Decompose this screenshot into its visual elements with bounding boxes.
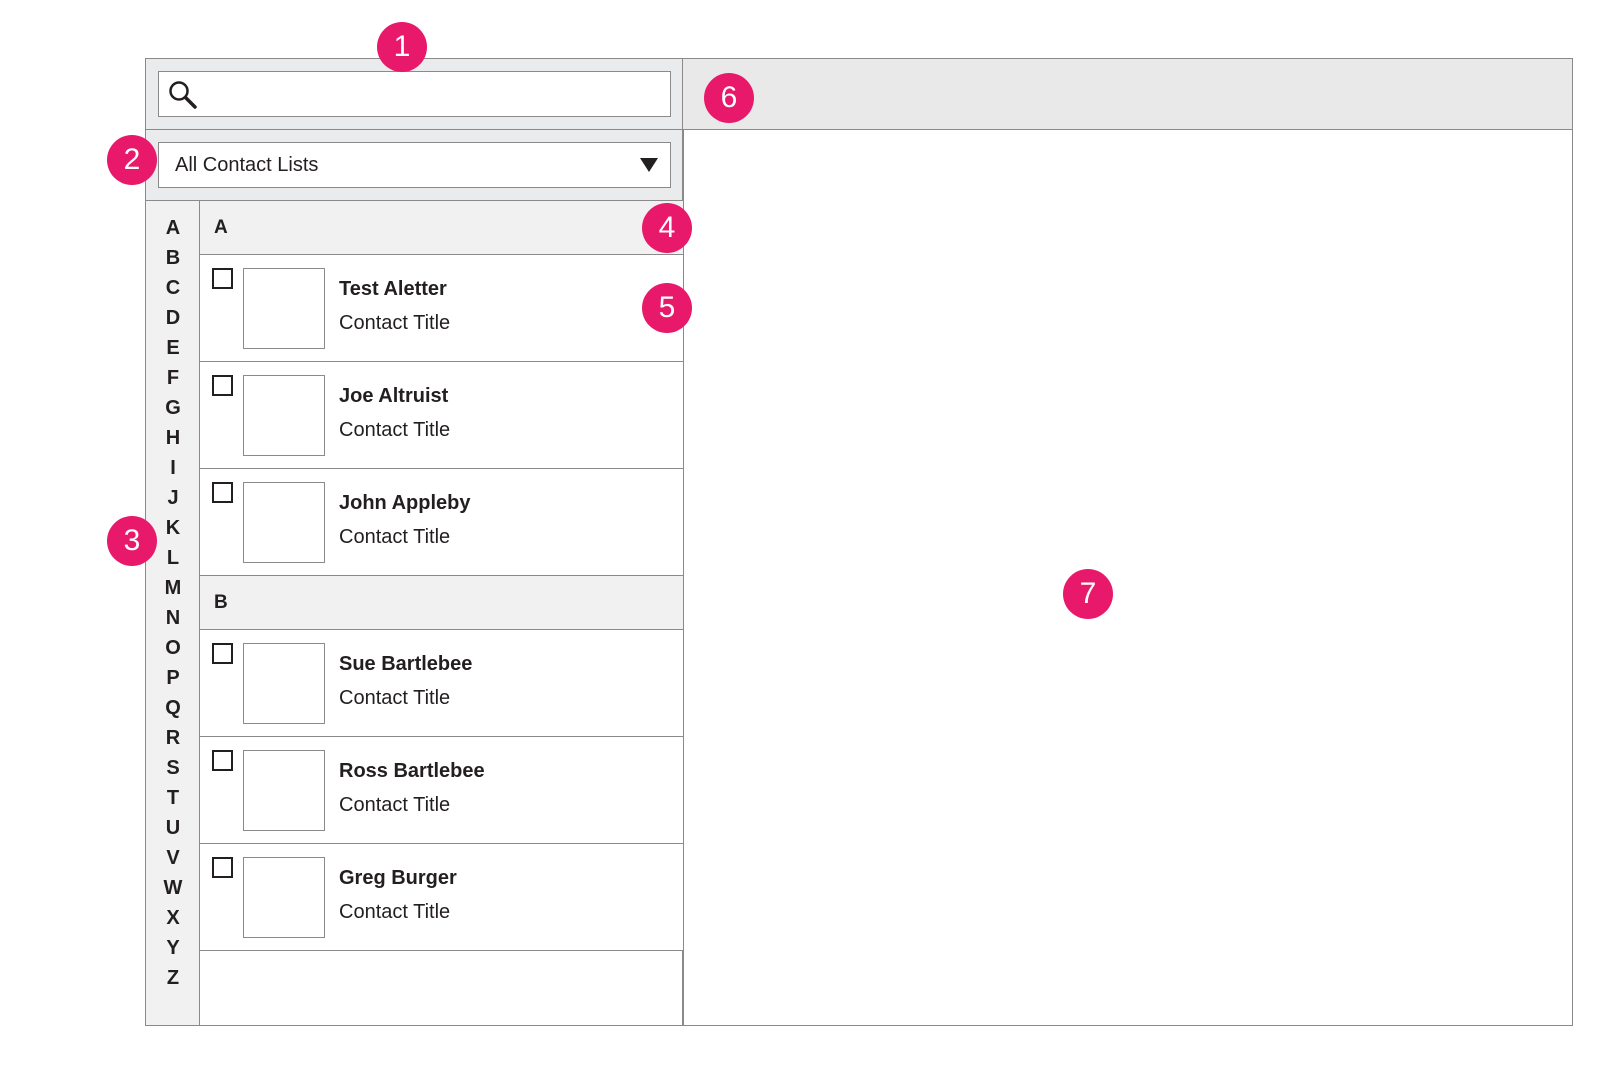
contact-title: Contact Title bbox=[339, 312, 451, 334]
annotation-badge-6: 6 bbox=[704, 73, 754, 123]
contact-row[interactable]: Joe Altruist Contact Title bbox=[200, 362, 683, 469]
alphabet-letter-a[interactable]: A bbox=[146, 217, 200, 240]
contact-title: Contact Title bbox=[339, 526, 451, 548]
alphabet-letter-d[interactable]: D bbox=[146, 307, 200, 330]
annotation-badge-5: 5 bbox=[642, 283, 692, 333]
alphabet-letter-i[interactable]: I bbox=[146, 457, 200, 480]
contact-title: Contact Title bbox=[339, 419, 451, 441]
annotation-badge-4: 4 bbox=[642, 203, 692, 253]
alphabet-letter-h[interactable]: H bbox=[146, 427, 200, 450]
alphabet-letter-t[interactable]: T bbox=[146, 787, 200, 810]
alphabet-letter-v[interactable]: V bbox=[146, 847, 200, 870]
contact-name: Ross Bartlebee bbox=[339, 760, 485, 782]
contact-checkbox[interactable] bbox=[212, 375, 233, 396]
contact-name: Test Aletter bbox=[339, 278, 447, 300]
alphabet-letter-g[interactable]: G bbox=[146, 397, 200, 420]
group-header-letter: A bbox=[214, 217, 228, 238]
contact-list: A Test Aletter Contact Title Joe Altruis… bbox=[200, 201, 683, 1025]
alphabet-letter-w[interactable]: W bbox=[146, 877, 200, 900]
alphabet-letter-r[interactable]: R bbox=[146, 727, 200, 750]
alphabet-letter-e[interactable]: E bbox=[146, 337, 200, 360]
search-input[interactable] bbox=[207, 72, 662, 116]
contact-title: Contact Title bbox=[339, 687, 451, 709]
caret-down-icon bbox=[640, 158, 658, 172]
contact-checkbox[interactable] bbox=[212, 750, 233, 771]
avatar bbox=[243, 857, 325, 938]
alphabet-letter-n[interactable]: N bbox=[146, 607, 200, 630]
alphabet-letter-q[interactable]: Q bbox=[146, 697, 200, 720]
avatar bbox=[243, 482, 325, 563]
alphabet-letter-p[interactable]: P bbox=[146, 667, 200, 690]
contact-row[interactable]: John Appleby Contact Title bbox=[200, 469, 683, 576]
avatar bbox=[243, 375, 325, 456]
contact-checkbox[interactable] bbox=[212, 268, 233, 289]
group-header: A bbox=[200, 201, 683, 255]
detail-header bbox=[683, 59, 1572, 130]
alphabet-letter-s[interactable]: S bbox=[146, 757, 200, 780]
contact-checkbox[interactable] bbox=[212, 643, 233, 664]
search-box[interactable] bbox=[158, 71, 671, 117]
group-header: B bbox=[200, 576, 683, 630]
alphabet-letter-b[interactable]: B bbox=[146, 247, 200, 270]
annotation-badge-1: 1 bbox=[377, 22, 427, 72]
annotation-badge-2: 2 bbox=[107, 135, 157, 185]
app-frame: All Contact Lists A B C D E F G H I J K … bbox=[145, 58, 1573, 1026]
contact-name: Greg Burger bbox=[339, 867, 457, 889]
contact-row[interactable]: Sue Bartlebee Contact Title bbox=[200, 630, 683, 737]
avatar bbox=[243, 643, 325, 724]
contact-name: Sue Bartlebee bbox=[339, 653, 473, 675]
contact-list-dropdown[interactable]: All Contact Lists bbox=[158, 142, 671, 188]
contact-row[interactable]: Ross Bartlebee Contact Title bbox=[200, 737, 683, 844]
contact-checkbox[interactable] bbox=[212, 482, 233, 503]
annotation-badge-7: 7 bbox=[1063, 569, 1113, 619]
alphabet-letter-c[interactable]: C bbox=[146, 277, 200, 300]
alphabet-letter-x[interactable]: X bbox=[146, 907, 200, 930]
alphabet-letter-y[interactable]: Y bbox=[146, 937, 200, 960]
contact-list-dropdown-label: All Contact Lists bbox=[175, 154, 319, 176]
detail-pane bbox=[683, 130, 1572, 1025]
alphabet-letter-z[interactable]: Z bbox=[146, 967, 200, 990]
annotation-badge-3: 3 bbox=[107, 516, 157, 566]
contact-row[interactable]: Test Aletter Contact Title bbox=[200, 255, 683, 362]
avatar bbox=[243, 268, 325, 349]
search-icon bbox=[169, 81, 197, 109]
avatar bbox=[243, 750, 325, 831]
alphabet-letter-f[interactable]: F bbox=[146, 367, 200, 390]
alphabet-letter-m[interactable]: M bbox=[146, 577, 200, 600]
contact-title: Contact Title bbox=[339, 901, 451, 923]
contact-checkbox[interactable] bbox=[212, 857, 233, 878]
toolbar-divider bbox=[146, 129, 683, 130]
alphabet-index: A B C D E F G H I J K L M N O P Q R S T … bbox=[146, 201, 200, 1025]
alphabet-letter-u[interactable]: U bbox=[146, 817, 200, 840]
left-toolbar: All Contact Lists bbox=[146, 59, 683, 201]
contact-name: John Appleby bbox=[339, 492, 471, 514]
contact-row[interactable]: Greg Burger Contact Title bbox=[200, 844, 683, 951]
alphabet-letter-j[interactable]: J bbox=[146, 487, 200, 510]
contact-name: Joe Altruist bbox=[339, 385, 449, 407]
contact-title: Contact Title bbox=[339, 794, 451, 816]
alphabet-letter-o[interactable]: O bbox=[146, 637, 200, 660]
group-header-letter: B bbox=[214, 592, 228, 613]
